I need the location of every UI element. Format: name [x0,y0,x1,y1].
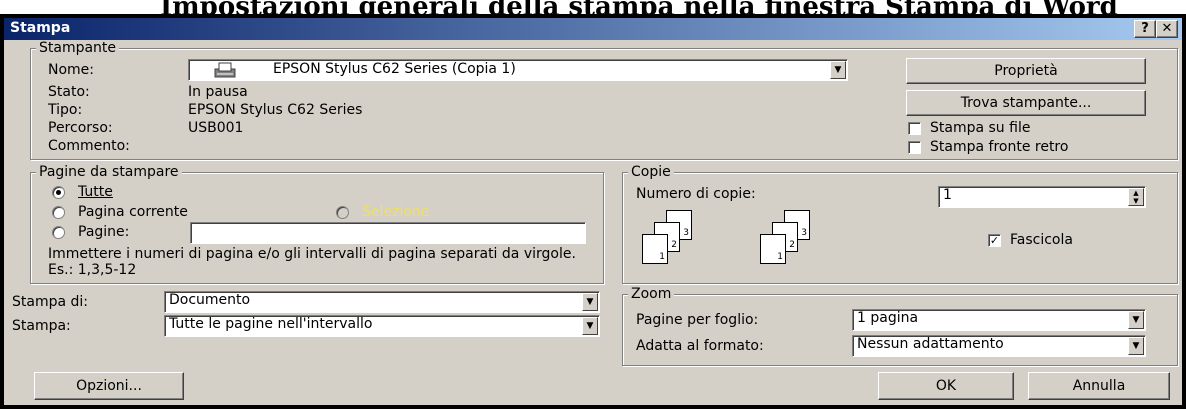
all-pages-label: Tutte [78,184,113,200]
print-what-value: Documento [169,292,251,308]
dropdown-arrow-icon[interactable]: ▼ [830,61,846,79]
selection-label: Selezione [362,204,430,220]
pages-legend: Pagine da stampare [36,164,182,180]
scale-select[interactable]: Nessun adattamento ▼ [852,335,1146,357]
zoom-legend: Zoom [628,286,675,302]
scale-value: Nessun adattamento [857,336,1004,352]
title-bar: Stampa ? ✕ [4,18,1182,40]
pages-radio-label: Pagine: [78,224,130,240]
copies-count-input[interactable]: 1 ▲ ▼ [938,186,1146,208]
printer-name-select[interactable]: EPSON Stylus C62 Series (Copia 1) ▼ [188,59,848,81]
path-label: Percorso: [48,120,113,136]
dropdown-arrow-icon[interactable]: ▼ [582,317,598,335]
help-button[interactable]: ? [1134,20,1156,38]
options-button[interactable]: Opzioni... [34,372,184,400]
printer-name-value: EPSON Stylus C62 Series (Copia 1) [273,61,516,77]
current-page-label: Pagina corrente [78,204,188,220]
comment-label: Commento: [48,138,130,154]
spinner-icon[interactable]: ▲ ▼ [1128,188,1144,206]
find-printer-button[interactable]: Trova stampante... [906,90,1146,116]
print-what-label: Stampa di: [12,294,89,310]
collate-label: Fascicola [1010,232,1073,248]
close-button[interactable]: ✕ [1156,20,1178,38]
print-range-label: Stampa: [12,318,71,334]
page-icon-1: 1 [760,234,786,264]
print-to-file-label: Stampa su file [930,120,1031,136]
copies-legend: Copie [628,164,674,180]
name-label: Nome: [48,62,95,78]
type-value: EPSON Stylus C62 Series [188,102,363,118]
selection-radio[interactable] [336,206,349,219]
print-to-file-checkbox[interactable] [908,122,921,135]
properties-button[interactable]: Proprietà [906,58,1146,84]
dropdown-arrow-icon[interactable]: ▼ [582,293,598,311]
ok-button[interactable]: OK [878,372,1014,400]
print-range-value: Tutte le pagine nell'intervallo [169,316,373,332]
status-label: Stato: [48,84,90,100]
duplex-checkbox[interactable] [908,141,921,154]
pages-input[interactable] [190,222,586,244]
dialog-title: Stampa [10,20,71,36]
printer-legend: Stampante [36,40,120,56]
printer-icon [214,62,236,78]
copies-count-value: 1 [943,187,952,203]
per-sheet-value: 1 pagina [857,310,919,326]
type-label: Tipo: [48,102,83,118]
pages-radio[interactable] [52,226,65,239]
all-pages-radio[interactable] [52,186,65,199]
print-range-select[interactable]: Tutte le pagine nell'intervallo ▼ [164,315,600,337]
copies-count-label: Numero di copie: [636,186,756,202]
cancel-button[interactable]: Annulla [1028,372,1170,400]
scale-label: Adatta al formato: [636,338,764,354]
collate-checkbox[interactable]: ✓ [988,234,1001,247]
per-sheet-label: Pagine per foglio: [636,312,759,328]
print-what-select[interactable]: Documento ▼ [164,291,600,313]
pages-hint: Immettere i numeri di pagina e/o gli int… [48,246,576,278]
current-page-radio[interactable] [52,206,65,219]
dropdown-arrow-icon[interactable]: ▼ [1128,311,1144,329]
path-value: USB001 [188,120,244,136]
status-value: In pausa [188,84,248,100]
dropdown-arrow-icon[interactable]: ▼ [1128,337,1144,355]
per-sheet-select[interactable]: 1 pagina ▼ [852,309,1146,331]
duplex-label: Stampa fronte retro [930,139,1069,155]
page-icon-1: 1 [642,234,668,264]
